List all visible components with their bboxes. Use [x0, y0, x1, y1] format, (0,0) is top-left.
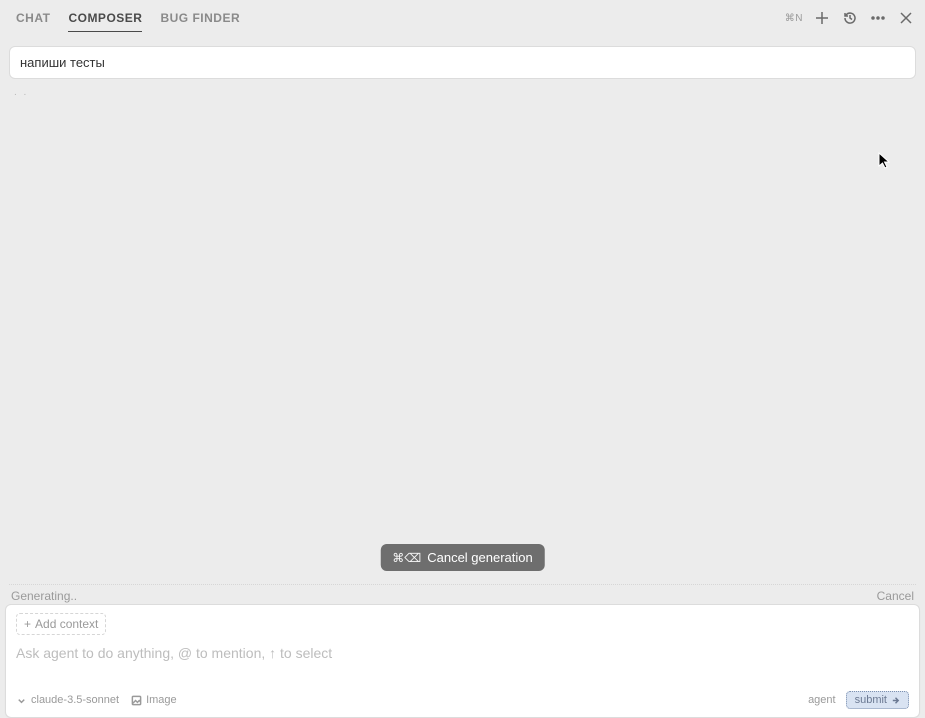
tab-composer[interactable]: COMPOSER: [68, 5, 142, 32]
submit-label: submit: [855, 694, 887, 706]
history-button[interactable]: [841, 9, 859, 27]
tab-bugfinder[interactable]: BUG FINDER: [160, 5, 240, 31]
cancel-shortcut: ⌘⌫: [392, 551, 421, 565]
add-context-label: Add context: [35, 617, 98, 631]
input-footer: claude-3.5-sonnet Image agent submit: [6, 685, 919, 717]
plus-icon: +: [24, 618, 31, 630]
image-label: Image: [146, 694, 177, 706]
submit-button[interactable]: submit: [846, 691, 909, 709]
image-icon: [131, 695, 142, 706]
agent-label: agent: [808, 694, 836, 706]
input-field[interactable]: Ask agent to do anything, @ to mention, …: [6, 639, 919, 685]
chevron-down-icon: [16, 695, 27, 706]
tabs-container: CHAT COMPOSER BUG FINDER: [10, 5, 785, 32]
user-message-text: напиши тесты: [20, 55, 105, 70]
plus-icon: [814, 10, 830, 26]
topbar-right: ⌘N: [785, 9, 915, 27]
model-selector[interactable]: claude-3.5-sonnet: [16, 694, 119, 706]
close-button[interactable]: [897, 9, 915, 27]
model-label: claude-3.5-sonnet: [31, 694, 119, 706]
add-context-row: + Add context: [6, 605, 919, 639]
submit-arrow-icon: [891, 696, 900, 705]
cancel-generation-label: Cancel generation: [427, 550, 533, 565]
status-cancel-button[interactable]: Cancel: [877, 589, 914, 603]
history-icon: [842, 10, 858, 26]
mouse-cursor: [878, 152, 892, 170]
add-context-button[interactable]: + Add context: [16, 613, 106, 635]
user-message: напиши тесты: [9, 46, 916, 79]
new-shortcut-hint: ⌘N: [785, 13, 803, 24]
agent-mode-selector[interactable]: agent: [808, 694, 836, 706]
topbar: CHAT COMPOSER BUG FINDER ⌘N: [0, 0, 925, 36]
dots-icon: [870, 10, 886, 26]
status-generating: Generating..: [11, 589, 77, 603]
image-button[interactable]: Image: [131, 694, 177, 706]
tab-chat[interactable]: CHAT: [16, 5, 50, 31]
new-button[interactable]: [813, 9, 831, 27]
more-button[interactable]: [869, 9, 887, 27]
cancel-generation-button[interactable]: ⌘⌫ Cancel generation: [380, 544, 545, 571]
input-card: + Add context Ask agent to do anything, …: [5, 604, 920, 718]
close-icon: [898, 10, 914, 26]
generating-indicator: . .: [0, 79, 925, 98]
footer-left: claude-3.5-sonnet Image: [16, 694, 177, 706]
